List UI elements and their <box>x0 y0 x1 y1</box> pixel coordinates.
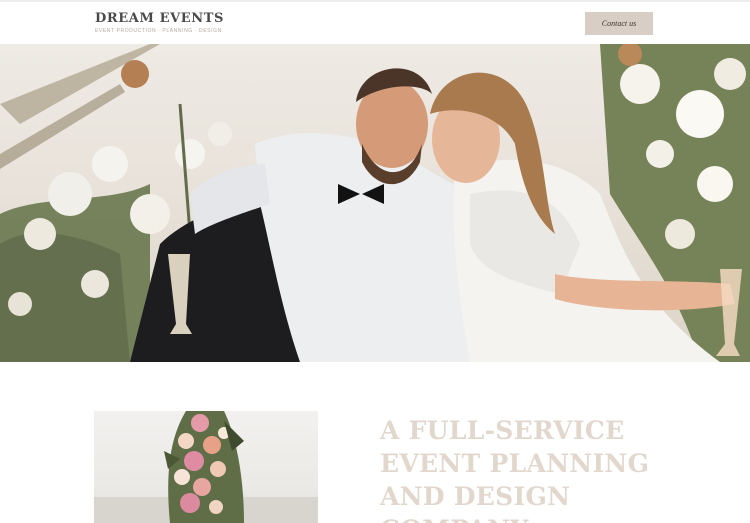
couple-photo-illustration <box>0 44 750 362</box>
heading-line: EVENT PLANNING <box>380 449 650 478</box>
brand-logo[interactable]: DREAM EVENTS EVENT PRODUCTION · PLANNING… <box>95 11 224 34</box>
heading-line: COMPANY <box>380 513 710 523</box>
floral-arrangement-image <box>94 411 318 523</box>
floral-column-illustration <box>94 411 318 523</box>
brand-name: DREAM EVENTS <box>95 11 225 26</box>
contact-us-button[interactable]: Contact us <box>585 12 653 35</box>
intro-heading: A FULL-SERVICE EVENT PLANNING AND DESIGN… <box>380 414 710 523</box>
brand-tagline: EVENT PRODUCTION · PLANNING · DESIGN <box>95 28 222 34</box>
hero-image <box>0 44 750 362</box>
heading-line: AND DESIGN <box>380 482 571 511</box>
heading-line: A FULL-SERVICE <box>380 416 625 445</box>
site-header: DREAM EVENTS EVENT PRODUCTION · PLANNING… <box>0 2 750 44</box>
